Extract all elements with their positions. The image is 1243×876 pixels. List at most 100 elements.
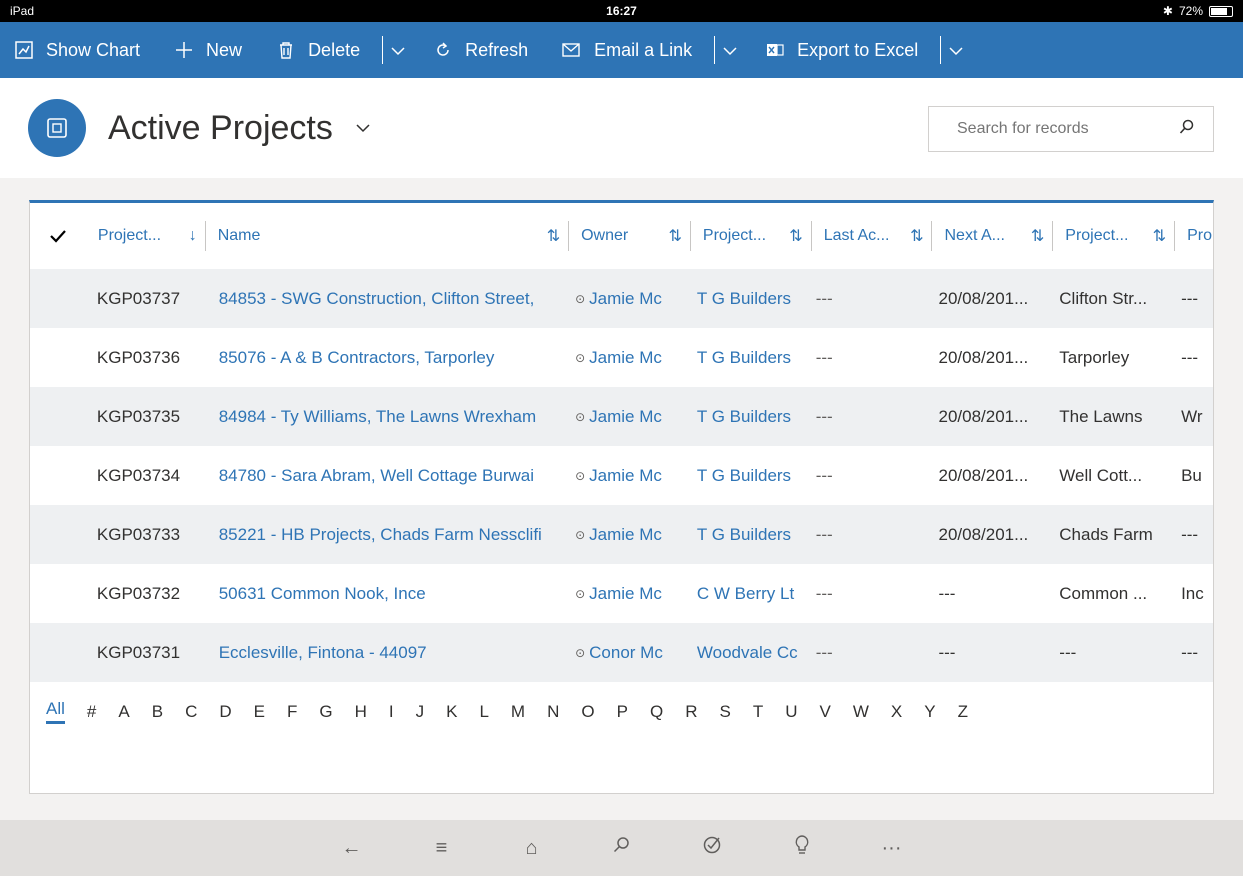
owner-link[interactable]: ⊙ Jamie Mc (569, 387, 691, 446)
company-link[interactable]: T G Builders (691, 269, 812, 328)
row-select-cell[interactable] (30, 446, 86, 505)
row-select-cell[interactable] (30, 269, 86, 328)
email-link-button[interactable]: Email a Link (562, 40, 692, 61)
project-name-link[interactable]: 84780 - Sara Abram, Well Cottage Burwai (206, 446, 569, 505)
owner-link[interactable]: ⊙ Jamie Mc (569, 564, 691, 623)
column-header-project-id[interactable]: Project... ↓ (86, 203, 206, 269)
select-all-checkbox[interactable] (30, 203, 86, 269)
export-more-dropdown[interactable] (940, 36, 963, 64)
alpha-filter-o[interactable]: O (581, 702, 594, 722)
alpha-filter-t[interactable]: T (753, 702, 763, 722)
search-box[interactable] (928, 106, 1214, 152)
delete-more-dropdown[interactable] (382, 36, 405, 64)
refresh-button[interactable]: Refresh (433, 40, 528, 61)
owner-link[interactable]: ⊙ Conor Mc (569, 623, 691, 682)
email-more-dropdown[interactable] (714, 36, 737, 64)
alpha-filter-i[interactable]: I (389, 702, 394, 722)
alpha-filter-u[interactable]: U (785, 702, 797, 722)
project-id-cell: KGP03733 (96, 524, 181, 544)
search-input[interactable] (957, 120, 1157, 138)
column-header-owner[interactable]: Owner ⇅ (569, 203, 691, 269)
home-icon[interactable]: ⌂ (515, 837, 549, 860)
table-row[interactable]: KGP03731 Ecclesville, Fintona - 44097 ⊙ Con… (30, 623, 1213, 682)
owner-link[interactable]: ⊙ Jamie Mc (569, 446, 691, 505)
column-header-name[interactable]: Name ⇅ (206, 203, 570, 269)
more-icon[interactable]: ··· (875, 837, 909, 860)
alpha-filter-h[interactable]: H (355, 702, 367, 722)
lightbulb-icon[interactable] (785, 835, 819, 861)
search-icon[interactable] (605, 836, 639, 860)
owner-link[interactable]: ⊙ Jamie Mc (569, 328, 691, 387)
company-link[interactable]: T G Builders (691, 387, 812, 446)
project-name-link[interactable]: 84853 - SWG Construction, Clifton Street… (206, 269, 569, 328)
owner-link[interactable]: ⊙ Jamie Mc (569, 505, 691, 564)
alpha-filter-j[interactable]: J (416, 702, 425, 722)
alpha-filter-l[interactable]: L (479, 702, 488, 722)
alpha-filter-w[interactable]: W (853, 702, 869, 722)
alpha-filter-f[interactable]: F (287, 702, 297, 722)
alpha-filter-z[interactable]: Z (958, 702, 968, 722)
search-icon[interactable] (1179, 119, 1195, 140)
alpha-filter-a[interactable]: A (118, 702, 129, 722)
menu-icon[interactable]: ≡ (425, 837, 459, 860)
company-link[interactable]: T G Builders (691, 328, 812, 387)
alpha-filter-all[interactable]: All (46, 699, 65, 724)
column-header-last-activity[interactable]: Last Ac... ⇅ (812, 203, 933, 269)
project-id-cell: KGP03732 (96, 583, 181, 603)
project-site-cell: Chads Farm (1059, 524, 1153, 544)
table-row[interactable]: KGP03732 50631 Common Nook, Ince ⊙ Jamie Mc… (30, 564, 1213, 623)
delete-button[interactable]: Delete (276, 40, 360, 61)
column-label: Last Ac... (823, 227, 890, 244)
project-name-link[interactable]: 85221 - HB Projects, Chads Farm Nessclif… (206, 505, 569, 564)
column-label: Next A... (944, 227, 1005, 244)
company-link[interactable]: T G Builders (691, 446, 812, 505)
alpha-filter-s[interactable]: S (719, 702, 730, 722)
alpha-filter-n[interactable]: N (547, 702, 559, 722)
row-select-cell[interactable] (30, 505, 86, 564)
column-header-project-company[interactable]: Project... ⇅ (691, 203, 812, 269)
export-excel-button[interactable]: Export to Excel (765, 40, 918, 61)
show-chart-button[interactable]: Show Chart (14, 40, 140, 61)
table-row[interactable]: KGP03733 85221 - HB Projects, Chads Farm … (30, 505, 1213, 564)
column-header-next-activity[interactable]: Next A... ⇅ (932, 203, 1054, 269)
alpha-filter-d[interactable]: D (219, 702, 231, 722)
table-row[interactable]: KGP03734 84780 - Sara Abram, Well Cottage… (30, 446, 1213, 505)
row-select-cell[interactable] (30, 387, 86, 446)
new-button[interactable]: New (174, 40, 242, 61)
activity-icon[interactable] (695, 835, 729, 861)
company-link[interactable]: Woodvale Cc (691, 623, 812, 682)
table-row[interactable]: KGP03736 85076 - A & B Contractors, Tarpo… (30, 328, 1213, 387)
alpha-filter-g[interactable]: G (319, 702, 332, 722)
owner-link[interactable]: ⊙ Jamie Mc (569, 269, 691, 328)
alpha-filter-r[interactable]: R (685, 702, 697, 722)
table-row[interactable]: KGP03737 84853 - SWG Construction, Clifto… (30, 269, 1213, 328)
company-link[interactable]: T G Builders (691, 505, 812, 564)
alpha-filter-v[interactable]: V (819, 702, 830, 722)
row-select-cell[interactable] (30, 564, 86, 623)
project-name-link[interactable]: Ecclesville, Fintona - 44097 (206, 623, 569, 682)
company-link[interactable]: C W Berry Lt (691, 564, 812, 623)
clock: 16:27 (606, 4, 637, 18)
row-select-cell[interactable] (30, 623, 86, 682)
alpha-filter-c[interactable]: C (185, 702, 197, 722)
status-bar: iPad 16:27 ✱ 72% (0, 0, 1243, 22)
alpha-filter-q[interactable]: Q (650, 702, 663, 722)
row-select-cell[interactable] (30, 328, 86, 387)
project-name-link[interactable]: 50631 Common Nook, Ince (206, 564, 569, 623)
alpha-filter-p[interactable]: P (617, 702, 628, 722)
view-selector-chevron-icon[interactable] (355, 120, 371, 136)
table-row[interactable]: KGP03735 84984 - Ty Williams, The Lawns W… (30, 387, 1213, 446)
project-name-link[interactable]: 85076 - A & B Contractors, Tarporley (206, 328, 569, 387)
back-icon[interactable]: ← (335, 837, 369, 860)
alpha-filter-hash[interactable]: # (87, 702, 96, 722)
alpha-filter-y[interactable]: Y (924, 702, 935, 722)
project-name-link[interactable]: 84984 - Ty Williams, The Lawns Wrexham (206, 387, 569, 446)
alpha-filter-x[interactable]: X (891, 702, 902, 722)
alpha-filter-b[interactable]: B (152, 702, 163, 722)
column-header-more[interactable]: Pro (1175, 203, 1213, 269)
column-header-project-site[interactable]: Project... ⇅ (1053, 203, 1176, 269)
separator (382, 36, 384, 64)
alpha-filter-e[interactable]: E (254, 702, 265, 722)
alpha-filter-k[interactable]: K (446, 702, 457, 722)
alpha-filter-m[interactable]: M (511, 702, 525, 722)
